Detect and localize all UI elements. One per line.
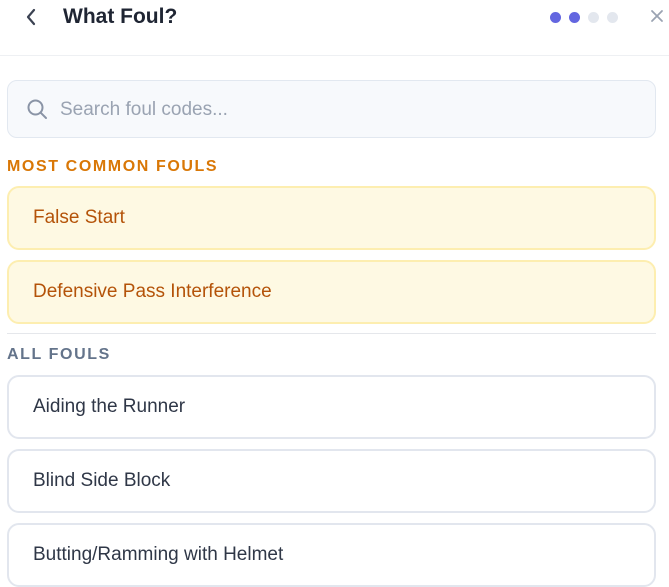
most-common-heading: MOST COMMON FOULS [7,158,219,175]
back-button[interactable] [18,4,44,30]
header: What Foul? [0,0,669,56]
page-title: What Foul? [63,5,178,28]
all-fouls-heading: ALL FOULS [7,346,111,363]
close-button[interactable] [647,6,667,26]
step-dot-2 [569,12,580,23]
foul-item[interactable]: Butting/Ramming with Helmet [7,523,656,587]
foul-item[interactable]: Blind Side Block [7,449,656,513]
step-indicator [550,12,618,23]
section-divider [7,333,656,334]
search-box [7,80,656,138]
close-icon [651,10,663,22]
search-icon [27,99,47,119]
chevron-left-icon [26,8,36,26]
common-foul-item[interactable]: Defensive Pass Interference [7,260,656,324]
search-input[interactable] [58,89,642,131]
foul-item[interactable]: Aiding the Runner [7,375,656,439]
step-dot-4 [607,12,618,23]
foul-picker-screen: What Foul? MOST COMMON FOULS False Start… [0,0,669,587]
step-dot-1 [550,12,561,23]
step-dot-3 [588,12,599,23]
common-foul-item[interactable]: False Start [7,186,656,250]
